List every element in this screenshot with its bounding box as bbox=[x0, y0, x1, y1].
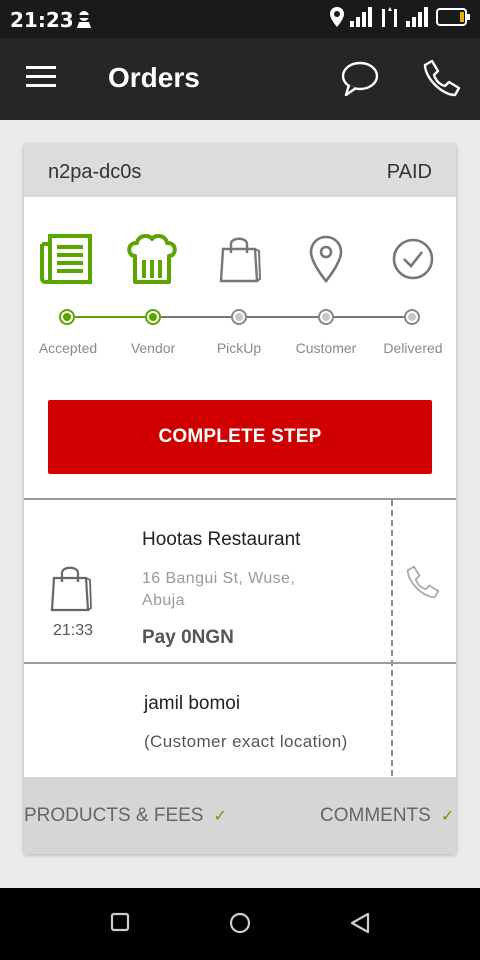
recents-icon[interactable] bbox=[110, 912, 130, 937]
shopping-bag-icon bbox=[48, 564, 92, 617]
tab-label: COMMENTS bbox=[320, 805, 431, 826]
network-4g-icon bbox=[380, 7, 400, 32]
home-icon[interactable] bbox=[229, 912, 251, 939]
step-dot-vendor bbox=[145, 309, 161, 325]
tab-comments[interactable]: COMMENTS ✓ bbox=[320, 805, 454, 827]
progress-track bbox=[24, 308, 456, 326]
step-label-delivered: Delivered bbox=[383, 340, 443, 356]
order-id: n2pa-dc0s bbox=[48, 161, 142, 183]
payment-amount: Pay 0NGN bbox=[142, 627, 234, 648]
location-icon bbox=[330, 7, 344, 32]
complete-step-button[interactable]: COMPLETE STEP bbox=[48, 400, 432, 474]
step-label-accepted: Accepted bbox=[38, 340, 98, 356]
step-label-customer: Customer bbox=[295, 340, 357, 356]
step-dot-delivered bbox=[404, 309, 420, 325]
step-dot-accepted bbox=[59, 309, 75, 325]
battery-icon bbox=[436, 8, 470, 31]
chat-icon[interactable] bbox=[340, 60, 380, 103]
check-circle-icon bbox=[383, 232, 443, 286]
page-title: Orders bbox=[108, 62, 200, 93]
bottom-tabs: PRODUCTS & FEES ✓ COMMENTS ✓ bbox=[24, 777, 456, 854]
phone-icon[interactable] bbox=[405, 564, 441, 605]
restaurant-name: Hootas Restaurant bbox=[142, 529, 301, 550]
chef-hat-icon bbox=[122, 232, 182, 286]
signal-icon bbox=[406, 7, 430, 32]
tab-products-fees[interactable]: PRODUCTS & FEES ✓ bbox=[24, 805, 227, 827]
list-icon bbox=[37, 232, 97, 286]
ninja-icon bbox=[76, 10, 92, 33]
phone-icon[interactable] bbox=[422, 58, 462, 103]
pickup-time: 21:33 bbox=[52, 622, 94, 639]
order-card: n2pa-dc0s PAID Accepted Vendor PickUp Cu… bbox=[24, 144, 456, 854]
customer-location: (Customer exact location) bbox=[144, 732, 348, 751]
check-icon: ✓ bbox=[213, 808, 227, 825]
system-nav-bar bbox=[0, 888, 480, 960]
status-bar: 21:23 bbox=[0, 0, 480, 38]
step-label-pickup: PickUp bbox=[216, 340, 262, 356]
location-pin-icon bbox=[296, 232, 356, 286]
menu-icon[interactable] bbox=[26, 66, 56, 93]
step-labels: Accepted Vendor PickUp Customer Delivere… bbox=[24, 340, 456, 360]
restaurant-address: 16 Bangui St, Wuse, Abuja bbox=[142, 570, 296, 609]
payment-status-badge: PAID bbox=[386, 161, 432, 183]
step-dot-pickup bbox=[231, 309, 247, 325]
progress-line-done bbox=[68, 316, 154, 318]
signal-icon bbox=[350, 7, 374, 32]
order-header: n2pa-dc0s PAID bbox=[24, 144, 456, 197]
back-icon[interactable] bbox=[349, 912, 371, 939]
status-time: 21:23 bbox=[10, 8, 74, 32]
divider bbox=[24, 662, 456, 664]
progress-line-pending bbox=[154, 316, 414, 318]
step-dot-customer bbox=[318, 309, 334, 325]
tab-label: PRODUCTS & FEES bbox=[24, 805, 204, 826]
check-icon: ✓ bbox=[440, 808, 455, 825]
app-bar: Orders bbox=[0, 38, 480, 120]
step-label-vendor: Vendor bbox=[130, 340, 176, 356]
customer-name: jamil bomoi bbox=[144, 693, 241, 714]
dashed-divider bbox=[391, 500, 393, 776]
shopping-bag-icon bbox=[209, 232, 269, 286]
step-icons bbox=[24, 232, 456, 286]
